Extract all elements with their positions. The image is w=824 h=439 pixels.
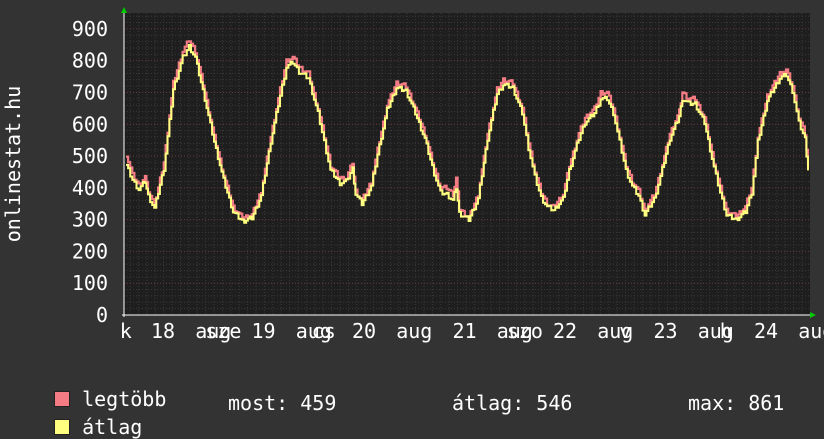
y-axis-ticks: 0 100 200 300 400 500 600 700 800 900 <box>72 17 108 327</box>
x-tick-label: aug <box>798 319 824 343</box>
stat-max-value: 861 <box>748 391 785 415</box>
y-tick-label: 800 <box>72 49 108 73</box>
legend-swatch-atlag <box>54 419 71 435</box>
y-tick-label: 900 <box>72 17 108 41</box>
y-axis-label: onlinestat.hu <box>1 86 25 243</box>
plot-background <box>124 13 810 315</box>
stat-most-value: 459 <box>300 391 337 415</box>
y-tick-label: 500 <box>72 144 108 168</box>
x-tick-label: h <box>720 319 732 343</box>
x-tick-label: szo <box>507 319 543 343</box>
stat-most-label: most: <box>228 391 289 415</box>
x-tick-label: 24 <box>754 319 778 343</box>
y-tick-label: 0 <box>96 303 108 327</box>
y-tick-label: 300 <box>72 208 108 232</box>
y-tick-label: 200 <box>72 239 108 263</box>
stat-max: max: 861 <box>688 391 784 415</box>
y-tick-label: 400 <box>72 176 108 200</box>
legend-label-atlag: átlag <box>82 415 143 439</box>
x-tick-label: aug <box>396 319 432 343</box>
x-tick-label: cs <box>312 319 336 343</box>
y-axis-arrow <box>121 7 127 13</box>
stat-atlag-label: átlag: <box>452 391 525 415</box>
x-tick-label: 23 <box>653 319 677 343</box>
x-tick-label: v <box>619 319 631 343</box>
x-axis-arrow <box>810 312 816 318</box>
stat-atlag-value: 546 <box>536 391 573 415</box>
x-tick-label: 22 <box>553 319 577 343</box>
x-tick-label: 19 <box>251 319 275 343</box>
y-tick-label: 600 <box>72 112 108 136</box>
y-tick-label: 700 <box>72 80 108 104</box>
x-tick-label: k <box>120 319 132 343</box>
stat-atlag: átlag: 546 <box>452 391 572 415</box>
x-tick-label: 21 <box>452 319 476 343</box>
x-tick-label: 20 <box>352 319 376 343</box>
legend-item-atlag: átlag <box>30 391 142 439</box>
x-tick-label: 18 <box>151 319 175 343</box>
stat-max-label: max: <box>688 391 737 415</box>
x-axis-ticks: k 18 augsze 19 augcs 20 aug 21 augszo 22 augv 23 aug… <box>120 319 824 343</box>
y-tick-label: 100 <box>72 271 108 295</box>
x-tick-label: sze <box>205 319 241 343</box>
stat-most: most: 459 <box>228 391 336 415</box>
